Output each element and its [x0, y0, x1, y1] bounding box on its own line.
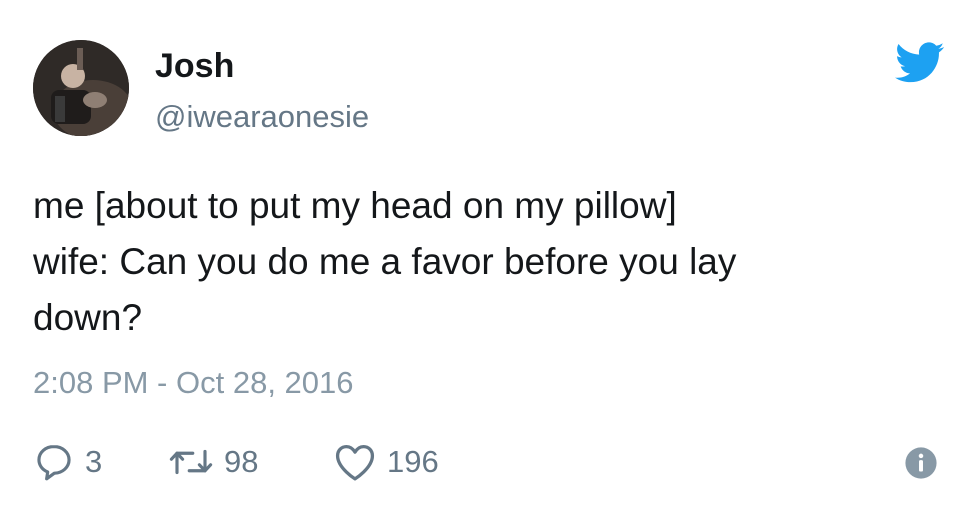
tweet-text-line: down? [33, 297, 143, 338]
reply-icon [37, 445, 71, 481]
info-icon[interactable] [904, 446, 938, 480]
retweet-count: 98 [224, 444, 259, 479]
tweet-text-line: wife: Can you do me a favor before you l… [33, 241, 737, 282]
avatar[interactable] [33, 40, 129, 136]
reply-button[interactable]: 3 [33, 440, 102, 484]
twitter-bird-icon[interactable] [895, 42, 945, 84]
tweet-text-line: me [about to put my head on my pillow] [33, 185, 677, 226]
heart-icon [335, 444, 375, 481]
reply-count: 3 [85, 444, 103, 479]
tweet-text: me [about to put my head on my pillow] w… [33, 178, 953, 346]
like-count: 196 [387, 444, 439, 479]
like-button[interactable]: 196 [333, 440, 439, 484]
tweet-card: Josh @iwearaonesie me [about to put my h… [0, 0, 980, 505]
author-handle[interactable]: @iwearaonesie [155, 98, 369, 136]
tweet-timestamp[interactable]: 2:08 PM - Oct 28, 2016 [33, 363, 354, 403]
retweet-button[interactable]: 98 [168, 440, 258, 484]
retweet-icon [169, 449, 213, 475]
author-name[interactable]: Josh [155, 46, 234, 86]
action-bar: 3 98 196 [33, 440, 953, 484]
